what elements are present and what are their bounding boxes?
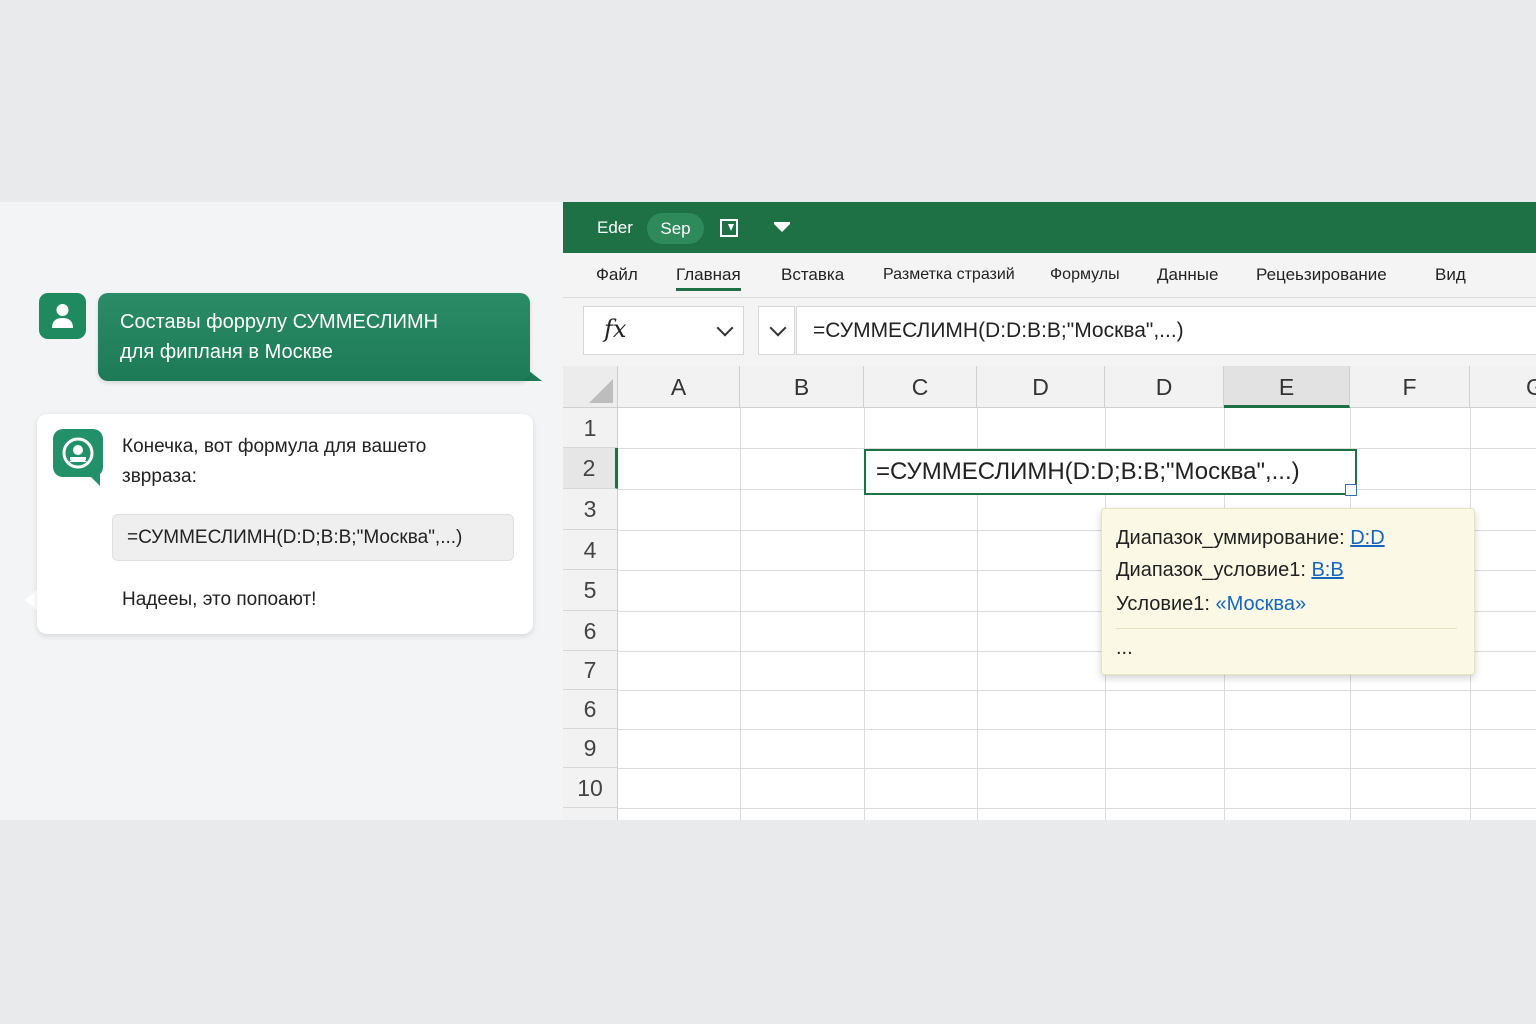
tab-page-layout[interactable]: Разметка стразий	[883, 253, 1015, 297]
tooltip-arg-sum-range: Диапазок_уммирование: D:D	[1116, 527, 1385, 550]
column-header[interactable]: G	[1470, 366, 1536, 408]
title-pill-button[interactable]: Sep	[647, 213, 704, 244]
user-message-line: Составы форрулу СУММЕСЛИМН	[120, 311, 439, 333]
tooltip-more: ...	[1116, 637, 1133, 659]
grid-line	[740, 408, 741, 820]
grid-line	[618, 690, 1536, 691]
tab-formulas[interactable]: Формулы	[1050, 253, 1120, 297]
column-header[interactable]: B	[740, 366, 864, 408]
assistant-avatar	[53, 429, 103, 477]
row-header[interactable]: 5	[563, 570, 618, 611]
row-header[interactable]: 3	[563, 489, 618, 530]
user-icon	[52, 304, 73, 328]
quick-access-dropdown-icon[interactable]	[774, 222, 790, 232]
function-arguments-tooltip: Диапазок_уммирование: D:D Диапазок_услов…	[1101, 508, 1475, 675]
row-header[interactable]: 6	[563, 611, 618, 651]
excel-window: Eder Sep Файл Главная Вставка Разметка с…	[563, 202, 1536, 820]
tab-insert[interactable]: Вставка	[781, 253, 844, 297]
tooltip-arg-label: Диапазок_уммирование:	[1116, 527, 1345, 549]
tooltip-arg-ref[interactable]: «Москва»	[1216, 593, 1307, 615]
row-header[interactable]	[563, 808, 618, 820]
save-icon[interactable]	[720, 219, 738, 237]
user-message-line: для фипланя в Москве	[120, 341, 333, 363]
grid-line	[618, 729, 1536, 730]
tooltip-arg-label: Диапазок_условие1:	[1116, 559, 1306, 581]
row-header[interactable]: 10	[563, 768, 618, 808]
chevron-down-icon	[769, 319, 787, 337]
row-header[interactable]: 1	[563, 408, 618, 448]
user-avatar	[39, 293, 86, 339]
column-header[interactable]: F	[1350, 366, 1470, 408]
tab-file[interactable]: Файл	[596, 253, 638, 297]
fx-icon: fx	[604, 315, 627, 343]
app-label: Eder	[597, 218, 633, 237]
row-header[interactable]: 7	[563, 651, 618, 690]
tooltip-arg-criteria-range: Диапазок_условие1: B:B	[1116, 559, 1344, 582]
tab-review[interactable]: Рецеьзирование	[1256, 253, 1387, 297]
tooltip-divider	[1116, 628, 1457, 629]
tab-data[interactable]: Данные	[1157, 253, 1218, 297]
row-header[interactable]: 4	[563, 530, 618, 570]
name-box[interactable]: fx	[583, 306, 744, 355]
tooltip-arg-criteria: Условие1: «Москва»	[1116, 593, 1306, 616]
tooltip-arg-ref[interactable]: D:D	[1350, 527, 1384, 549]
column-header[interactable]: C	[864, 366, 977, 408]
assistant-icon	[62, 437, 94, 469]
assistant-avatar-tail	[86, 472, 100, 486]
column-header[interactable]: A	[618, 366, 740, 408]
assistant-intro: Конечка, вот формула для вашето зврраза:	[122, 432, 512, 492]
formula-expand-button[interactable]	[758, 306, 795, 355]
formula-code-block[interactable]: =СУММЕСЛИМН(D:D;B:B;"Москва",...)	[112, 514, 514, 561]
row-header[interactable]: 6	[563, 690, 618, 729]
assistant-intro-line: Конечка, вот формула для вашето	[122, 436, 427, 457]
column-header[interactable]: D	[1105, 366, 1224, 408]
tooltip-arg-ref[interactable]: B:B	[1311, 559, 1343, 581]
formula-bar-row: fx =СУММЕСЛИМН(D:D:B:B;"Москва",...)	[563, 298, 1536, 366]
column-header[interactable]: D	[977, 366, 1105, 408]
assistant-intro-line: зврраза:	[122, 466, 197, 487]
assistant-closing: Надееы, это попоают!	[122, 589, 317, 610]
title-bar: Eder Sep	[563, 202, 1536, 253]
column-header-selected[interactable]: E	[1224, 366, 1350, 408]
select-all-corner[interactable]	[563, 366, 618, 408]
chevron-down-icon[interactable]	[716, 319, 734, 337]
user-message: Составы форрулу СУММЕСЛИМН для фипланя в…	[98, 293, 530, 381]
formula-bar-input[interactable]: =СУММЕСЛИМН(D:D:B:B;"Москва",...)	[796, 306, 1536, 355]
row-header[interactable]: 9	[563, 729, 618, 768]
grid-line	[618, 808, 1536, 809]
tooltip-arg-label: Условие1:	[1116, 593, 1210, 615]
active-cell-editor[interactable]: =СУММЕСЛИМН(D:D;B:B;"Москва",...)	[864, 449, 1357, 495]
grid-line	[618, 768, 1536, 769]
row-header-selected[interactable]: 2	[563, 448, 618, 489]
ribbon-tabs: Файл Главная Вставка Разметка стразий Фо…	[563, 253, 1536, 298]
tab-home[interactable]: Главная	[676, 253, 741, 297]
tab-view[interactable]: Вид	[1435, 253, 1466, 297]
fill-handle[interactable]	[1345, 484, 1357, 496]
